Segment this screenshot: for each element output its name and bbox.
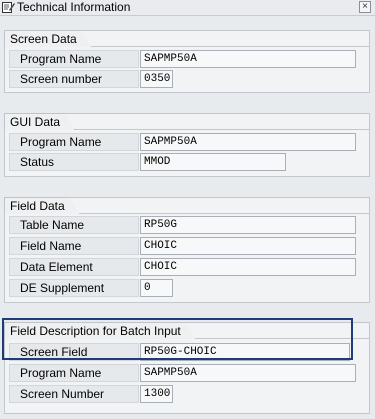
field-data-group: Field Data Table Name RP50G Field Name C…	[4, 197, 370, 303]
field-data-title: Field Data	[4, 197, 80, 214]
close-button[interactable]: ×	[359, 1, 371, 13]
table-name-label: Table Name	[9, 216, 139, 234]
de-supplement-label: DE Supplement	[9, 279, 139, 297]
program-name-label: Program Name	[9, 364, 139, 382]
gui-data-group: GUI Data Program Name SAPMP50A Status MM…	[4, 113, 370, 177]
status-label: Status	[9, 153, 139, 171]
data-element-label: Data Element	[9, 258, 139, 276]
document-edit-icon	[2, 2, 15, 13]
program-name-field[interactable]: SAPMP50A	[140, 50, 356, 68]
close-icon: ×	[362, 1, 368, 12]
focus-highlight	[2, 318, 353, 360]
de-supplement-field[interactable]: 0	[140, 279, 173, 297]
status-field[interactable]: MMOD	[140, 153, 286, 171]
field-name-label: Field Name	[9, 237, 139, 255]
program-name-label: Program Name	[9, 50, 139, 68]
program-name-field[interactable]: SAPMP50A	[140, 364, 356, 382]
window-titlebar: Technical Information ×	[0, 0, 375, 16]
program-name-field[interactable]: SAPMP50A	[140, 133, 356, 151]
screen-number-label: Screen number	[9, 70, 139, 88]
field-name-field[interactable]: CHOIC	[140, 237, 356, 255]
program-name-label: Program Name	[9, 133, 139, 151]
screen-number-label: Screen Number	[9, 385, 139, 403]
screen-number-field[interactable]: 1300	[140, 385, 173, 403]
table-name-field[interactable]: RP50G	[140, 216, 356, 234]
screen-data-group: Screen Data Program Name SAPMP50A Screen…	[4, 30, 370, 93]
gui-data-title: GUI Data	[4, 113, 75, 130]
screen-number-field[interactable]: 0350	[140, 70, 173, 88]
screen-data-title: Screen Data	[4, 30, 92, 47]
data-element-field[interactable]: CHOIC	[140, 258, 356, 276]
window-title: Technical Information	[17, 0, 131, 14]
